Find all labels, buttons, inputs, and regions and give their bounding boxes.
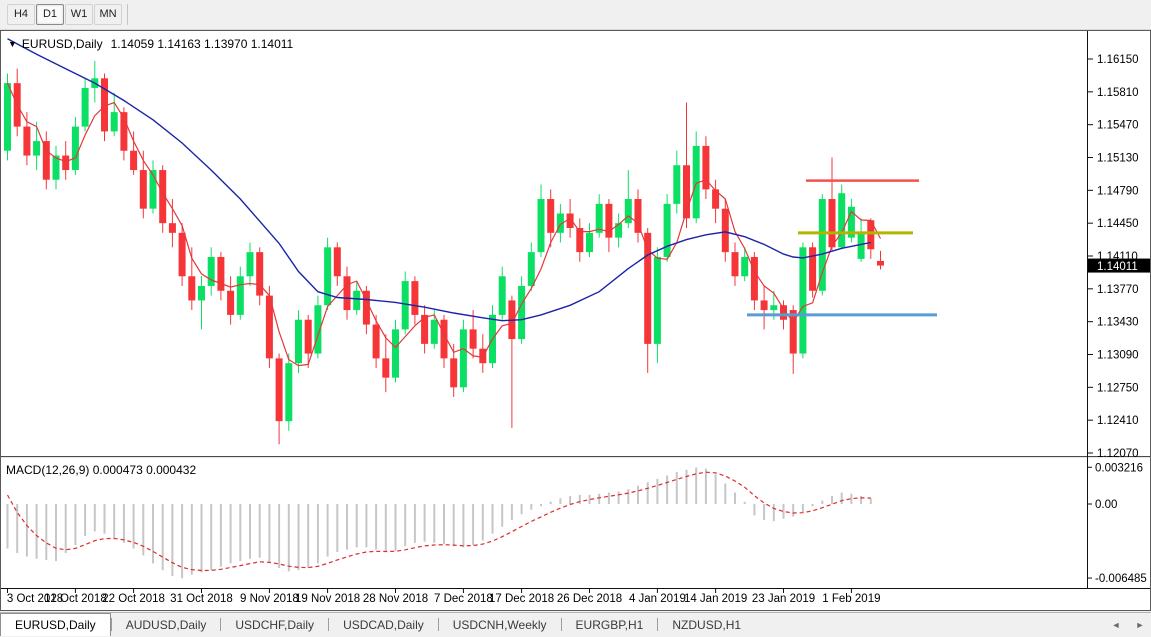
svg-text:28 Nov 2018: 28 Nov 2018	[363, 593, 428, 605]
svg-text:1.16150: 1.16150	[1097, 54, 1139, 66]
tab-scroll-left-icon[interactable]: ◄	[1109, 620, 1123, 630]
svg-text:1 Feb 2019: 1 Feb 2019	[822, 593, 880, 605]
svg-text:17 Dec 2018: 17 Dec 2018	[489, 593, 554, 605]
svg-text:0.00: 0.00	[1095, 499, 1117, 511]
mt4-window: H4D1W1MN 1.161501.158101.154701.151301.1…	[0, 0, 1151, 637]
svg-text:1.13430: 1.13430	[1097, 317, 1139, 329]
timeframe-toolbar: H4D1W1MN	[0, 0, 1151, 30]
svg-text:1.12070: 1.12070	[1097, 448, 1139, 460]
chart-tab-usdcnh-weekly[interactable]: USDCNH,Weekly	[439, 613, 561, 636]
timeframe-button-mn[interactable]: MN	[94, 4, 122, 25]
chart-window[interactable]: 1.16150 1.15810 1.15470 1.15130 1.14790 1.144…	[0, 30, 1151, 611]
svg-text:26 Dec 2018: 26 Dec 2018	[557, 593, 622, 605]
current-price-value: 1.14011	[1097, 261, 1138, 273]
chart-title: ▼ EURUSD,Daily 1.14059 1.14163 1.13970 1.1…	[8, 37, 293, 51]
svg-text:-0.006485: -0.006485	[1095, 573, 1147, 585]
chart-ohlc-values: 1.14059 1.14163 1.13970 1.14011	[111, 37, 294, 51]
svg-text:12 Oct 2018: 12 Oct 2018	[44, 593, 107, 605]
svg-text:1.15810: 1.15810	[1097, 87, 1139, 99]
timeframe-button-h4[interactable]: H4	[7, 4, 35, 25]
timeframe-button-d1[interactable]: D1	[36, 4, 64, 25]
chart-dropdown-icon[interactable]: ▼	[8, 39, 17, 49]
tab-scroll-controls: ◄ ►	[1109, 613, 1147, 637]
timeframe-button-w1[interactable]: W1	[65, 4, 93, 25]
chart-tab-bar: EURUSD,DailyAUDUSD,DailyUSDCHF,DailyUSDC…	[0, 612, 1151, 636]
svg-text:0.003216: 0.003216	[1095, 462, 1143, 474]
chart-tab-nzdusd-h1[interactable]: NZDUSD,H1	[658, 613, 755, 636]
svg-text:1.15130: 1.15130	[1097, 153, 1139, 165]
chart-tab-usdcad-daily[interactable]: USDCAD,Daily	[329, 613, 438, 636]
svg-text:22 Oct 2018: 22 Oct 2018	[102, 593, 165, 605]
svg-text:1.15470: 1.15470	[1097, 120, 1139, 132]
svg-text:31 Oct 2018: 31 Oct 2018	[170, 593, 233, 605]
chart-tab-audusd-daily[interactable]: AUDUSD,Daily	[112, 613, 221, 636]
tab-scroll-right-icon[interactable]: ►	[1133, 620, 1147, 630]
svg-text:7 Dec 2018: 7 Dec 2018	[434, 593, 493, 605]
svg-text:1.12410: 1.12410	[1097, 415, 1139, 427]
svg-text:1.12750: 1.12750	[1097, 382, 1139, 394]
chart-tab-eurusd-daily[interactable]: EURUSD,Daily	[0, 613, 111, 636]
svg-text:1.14790: 1.14790	[1097, 185, 1139, 197]
chart-symbol-label: EURUSD,Daily	[22, 37, 103, 51]
svg-text:23 Jan 2019: 23 Jan 2019	[752, 593, 815, 605]
macd-indicator-label: MACD(12,26,9) 0.000473 0.000432	[6, 463, 196, 477]
svg-text:1.13090: 1.13090	[1097, 350, 1139, 362]
svg-text:4 Jan 2019: 4 Jan 2019	[629, 593, 686, 605]
svg-text:1.14450: 1.14450	[1097, 218, 1139, 230]
svg-text:14 Jan 2019: 14 Jan 2019	[684, 593, 747, 605]
svg-text:19 Nov 2018: 19 Nov 2018	[295, 593, 360, 605]
svg-text:1.13770: 1.13770	[1097, 284, 1139, 296]
chart-tab-eurgbp-h1[interactable]: EURGBP,H1	[562, 613, 658, 636]
chart-tab-usdchf-daily[interactable]: USDCHF,Daily	[221, 613, 328, 636]
price-chart-canvas[interactable]: 1.16150 1.15810 1.15470 1.15130 1.14790 1.144…	[1, 31, 1150, 610]
toolbar-separator	[127, 4, 128, 25]
svg-text:9 Nov 2018: 9 Nov 2018	[240, 593, 299, 605]
